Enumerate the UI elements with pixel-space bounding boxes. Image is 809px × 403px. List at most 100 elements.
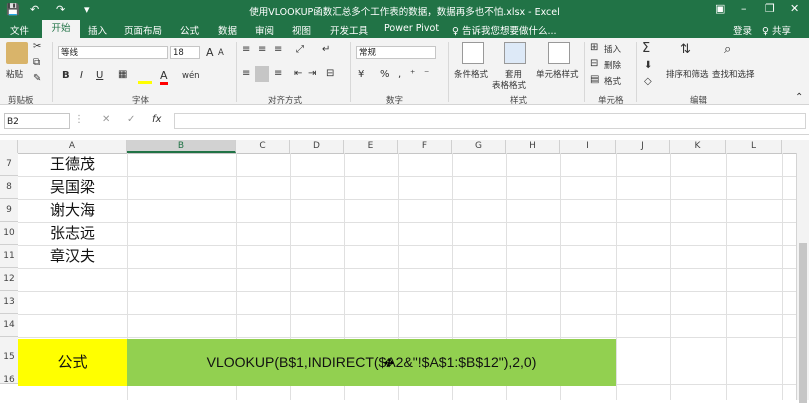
bold-button[interactable]: B [62,70,70,81]
format-painter-icon[interactable]: ✎ [33,73,41,84]
row-header[interactable]: 8 [0,176,18,199]
column-header[interactable]: F [398,140,452,153]
tab-file[interactable]: 文件 [10,23,29,37]
row-header[interactable]: 11 [0,245,18,268]
column-header[interactable]: D [290,140,344,153]
column-header[interactable]: G [452,140,506,153]
column-header[interactable]: L [726,140,782,153]
percent-button[interactable]: % [380,69,390,80]
tab-formulas[interactable]: 公式 [180,23,199,37]
cell-a7[interactable]: 王德茂 [18,153,127,176]
column-header[interactable]: I [560,140,616,153]
close-icon[interactable]: ✕ [790,2,799,15]
copy-icon[interactable]: ⧉ [33,57,40,68]
tab-view[interactable]: 视图 [292,23,311,37]
formula-text-cell[interactable]: VLOOKUP(B$1,INDIRECT($A2&"!$A$1:$B$12"),… [127,339,616,386]
orientation-icon[interactable]: ⤢ [296,44,304,55]
font-name-select[interactable]: 等线 [58,46,168,59]
grow-font-icon[interactable]: A [206,46,214,59]
formula-label-cell[interactable]: 公式 [18,339,127,386]
column-header[interactable]: H [506,140,560,153]
cancel-icon[interactable]: ✕ [102,114,110,125]
cell-a9[interactable]: 谢大海 [18,199,127,222]
format-cells-icon[interactable]: ▤ [590,74,599,85]
row-header[interactable]: 16 [0,369,18,400]
row-header[interactable]: 12 [0,268,18,291]
cell-styles-icon[interactable] [548,42,570,64]
decrease-indent-icon[interactable]: ⇤ [294,68,302,79]
font-size-select[interactable]: 18 [170,46,200,59]
tab-developer[interactable]: 开发工具 [330,23,368,37]
merge-center-icon[interactable]: ⊟ [326,68,334,79]
comma-button[interactable]: , [398,69,401,80]
conditional-formatting-icon[interactable] [462,42,484,64]
share-button[interactable]: ♀ 共享 [762,23,791,37]
cut-icon[interactable]: ✂ [33,41,41,52]
fill-icon[interactable]: ⬇ [644,60,652,71]
clear-icon[interactable]: ◇ [644,76,652,87]
vertical-scrollbar[interactable] [796,153,809,403]
row-header[interactable]: 9 [0,199,18,222]
phonetic-icon[interactable]: wén [182,71,200,81]
format-as-table-icon[interactable] [504,42,526,64]
column-header[interactable]: C [236,140,290,153]
tab-power-pivot[interactable]: Power Pivot [384,23,439,34]
align-center-icon[interactable] [255,66,269,82]
column-header[interactable]: E [344,140,398,153]
cell-a8[interactable]: 吴国梁 [18,176,127,199]
align-bottom-icon[interactable]: ≡ [274,44,282,55]
row-header[interactable]: 13 [0,291,18,314]
delete-cells-button[interactable]: 删除 [604,59,621,71]
tab-data[interactable]: 数据 [218,23,237,37]
font-color-icon[interactable]: A [160,69,168,85]
row-header[interactable]: 10 [0,222,18,245]
tab-home[interactable]: 开始 [42,20,80,38]
decrease-decimal-icon[interactable]: ⁻ [424,69,429,80]
collapse-ribbon-icon[interactable]: ⌃ [795,92,803,103]
enter-icon[interactable]: ✓ [127,114,135,125]
italic-button[interactable]: I [80,70,83,81]
autosum-button[interactable]: Σ [642,41,650,56]
cell-a11[interactable]: 章汉夫 [18,245,127,268]
tab-review[interactable]: 审阅 [255,23,274,37]
align-middle-icon[interactable]: ≡ [258,44,266,55]
paste-button[interactable]: 粘贴 [6,68,23,80]
sort-filter-icon[interactable]: ⇅ [680,42,691,57]
align-top-icon[interactable]: ≡ [242,44,250,55]
shrink-font-icon[interactable]: A [218,48,224,58]
wrap-text-icon[interactable]: ↵ [322,44,330,55]
minimize-icon[interactable]: – [741,2,747,15]
currency-icon[interactable]: ¥ [358,69,364,80]
increase-decimal-icon[interactable]: ⁺ [410,69,415,80]
select-all-corner[interactable] [0,140,18,153]
tab-page-layout[interactable]: 页面布局 [124,23,162,37]
align-right-icon[interactable]: ≡ [274,68,282,79]
restore-icon[interactable]: ❐ [765,2,775,15]
tab-insert[interactable]: 插入 [88,23,107,37]
find-select-button[interactable]: 查找和选择 [712,68,755,80]
insert-cells-button[interactable]: 插入 [604,43,621,55]
delete-cells-icon[interactable]: ⊟ [590,58,598,69]
ribbon-display-options-icon[interactable]: ▣ [715,2,725,15]
formula-input[interactable] [174,113,806,129]
increase-indent-icon[interactable]: ⇥ [308,68,316,79]
column-header-selected[interactable]: B [127,140,236,153]
conditional-formatting-button[interactable]: 条件格式 [454,68,488,80]
scrollbar-thumb[interactable] [799,243,807,403]
underline-button[interactable]: U [96,70,103,81]
column-header[interactable]: K [670,140,726,153]
row-header[interactable]: 14 [0,314,18,337]
row-header[interactable]: 7 [0,153,18,176]
fill-color-icon[interactable] [138,69,152,84]
align-left-icon[interactable]: ≡ [242,68,250,79]
find-select-icon[interactable]: ⌕ [724,42,731,57]
sign-in-link[interactable]: 登录 [733,23,752,37]
insert-cells-icon[interactable]: ⊞ [590,42,598,53]
format-cells-button[interactable]: 格式 [604,75,621,87]
paste-icon[interactable] [6,42,28,64]
column-header[interactable]: J [616,140,670,153]
insert-function-icon[interactable]: fx [152,114,161,125]
cell-a10[interactable]: 张志远 [18,222,127,245]
column-header[interactable]: A [18,140,127,153]
borders-icon[interactable]: ▦ [118,69,127,80]
